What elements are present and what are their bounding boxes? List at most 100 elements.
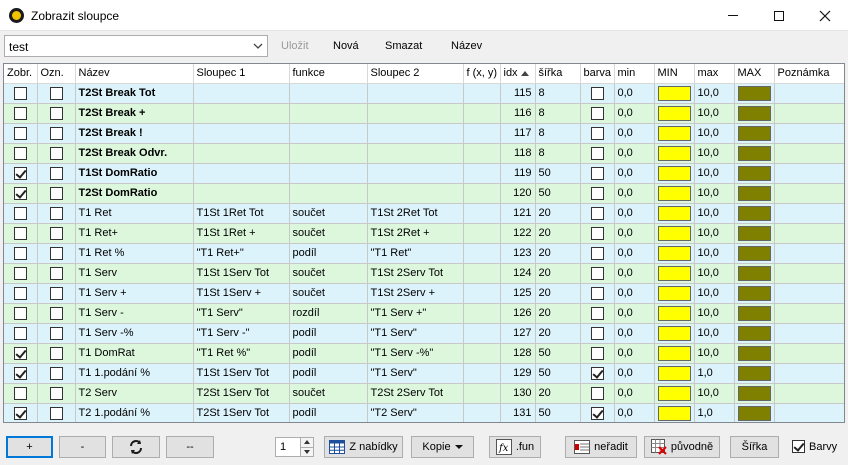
checkbox[interactable] xyxy=(590,266,604,280)
checkbox[interactable] xyxy=(13,186,27,200)
cell-fxy[interactable] xyxy=(463,183,501,204)
cell-sloupec2[interactable]: "T1 Ret" xyxy=(367,243,464,264)
checkbox[interactable] xyxy=(590,126,604,140)
checkbox[interactable] xyxy=(49,106,63,120)
checkbox[interactable] xyxy=(13,86,27,100)
checkbox[interactable] xyxy=(590,326,604,340)
color-checkbox[interactable] xyxy=(580,223,615,244)
checkbox[interactable] xyxy=(49,146,63,160)
cell-idx[interactable]: 131 xyxy=(500,402,536,422)
max-color-swatch[interactable] xyxy=(734,243,775,264)
cell-max[interactable]: 10,0 xyxy=(694,343,735,364)
min-color-swatch[interactable] xyxy=(654,383,695,404)
cell-nazev[interactable]: T2St Break Tot xyxy=(75,83,194,104)
cell-nazev[interactable]: T2St DomRatio xyxy=(75,183,194,204)
checkbox[interactable] xyxy=(13,246,27,260)
cell-funkce[interactable]: součet xyxy=(289,203,368,224)
cell-sloupec2[interactable] xyxy=(367,103,464,124)
cell-sloupec1[interactable] xyxy=(193,83,290,104)
cell-poznamka[interactable] xyxy=(774,303,844,324)
cell-max[interactable]: 10,0 xyxy=(694,283,735,304)
cell-max[interactable]: 10,0 xyxy=(694,203,735,224)
cell-idx[interactable]: 129 xyxy=(500,363,536,384)
cell-poznamka[interactable] xyxy=(774,163,844,184)
checkbox[interactable] xyxy=(13,406,27,420)
cell-funkce[interactable]: součet xyxy=(289,263,368,284)
checkbox[interactable] xyxy=(590,226,604,240)
cell-sloupec1[interactable]: T2St 1Serv Tot xyxy=(193,402,290,422)
checkbox[interactable] xyxy=(13,106,27,120)
cell-sloupec2[interactable]: T1St 2Ret + xyxy=(367,223,464,244)
checkbox[interactable] xyxy=(590,146,604,160)
checkbox[interactable] xyxy=(590,206,604,220)
cell-poznamka[interactable] xyxy=(774,183,844,204)
no-sort-button[interactable]: neřadit xyxy=(565,436,637,458)
cell-min[interactable]: 0,0 xyxy=(614,383,655,404)
checkbox[interactable] xyxy=(590,246,604,260)
color-checkbox[interactable] xyxy=(580,103,615,124)
color-checkbox[interactable] xyxy=(580,383,615,404)
cell-fxy[interactable] xyxy=(463,363,501,384)
cell-poznamka[interactable] xyxy=(774,143,844,164)
cell-max[interactable]: 10,0 xyxy=(694,323,735,344)
cell-idx[interactable]: 118 xyxy=(500,143,536,164)
cell-max[interactable]: 10,0 xyxy=(694,303,735,324)
cell-sirka[interactable]: 20 xyxy=(535,223,581,244)
show-checkbox[interactable] xyxy=(4,223,38,244)
min-color-swatch[interactable] xyxy=(654,83,695,104)
cell-min[interactable]: 0,0 xyxy=(614,203,655,224)
cell-funkce[interactable]: rozdíl xyxy=(289,303,368,324)
table-row[interactable]: T2 Serv T2St 1Serv Tot součet T2St 2Serv To… xyxy=(4,383,844,404)
save-button[interactable]: Uložit xyxy=(281,40,309,52)
cell-sirka[interactable]: 50 xyxy=(535,183,581,204)
cell-idx[interactable]: 119 xyxy=(500,163,536,184)
cell-poznamka[interactable] xyxy=(774,343,844,364)
checkbox[interactable] xyxy=(13,226,27,240)
cell-poznamka[interactable] xyxy=(774,123,844,144)
cell-funkce[interactable] xyxy=(289,163,368,184)
checkbox[interactable] xyxy=(13,126,27,140)
min-color-swatch[interactable] xyxy=(654,363,695,384)
cell-sirka[interactable]: 20 xyxy=(535,203,581,224)
preset-combo[interactable]: test xyxy=(4,35,268,57)
cell-poznamka[interactable] xyxy=(774,283,844,304)
cell-max[interactable]: 10,0 xyxy=(694,103,735,124)
col-header-sirka[interactable]: šířka xyxy=(535,64,581,84)
cell-sloupec2[interactable]: "T1 Serv" xyxy=(367,363,464,384)
mark-checkbox[interactable] xyxy=(37,402,76,422)
clear-button[interactable]: -- xyxy=(166,436,214,458)
show-checkbox[interactable] xyxy=(4,123,38,144)
cell-sloupec2[interactable] xyxy=(367,163,464,184)
cell-sirka[interactable]: 8 xyxy=(535,83,581,104)
cell-sirka[interactable]: 50 xyxy=(535,402,581,422)
color-checkbox[interactable] xyxy=(580,143,615,164)
cell-max[interactable]: 1,0 xyxy=(694,363,735,384)
mark-checkbox[interactable] xyxy=(37,123,76,144)
min-color-swatch[interactable] xyxy=(654,183,695,204)
checkbox[interactable] xyxy=(49,226,63,240)
minimize-button[interactable] xyxy=(710,0,756,31)
cell-idx[interactable]: 115 xyxy=(500,83,536,104)
cell-max[interactable]: 10,0 xyxy=(694,223,735,244)
cell-nazev[interactable]: T2St Break Odvr. xyxy=(75,143,194,164)
mark-checkbox[interactable] xyxy=(37,83,76,104)
cell-sloupec2[interactable]: T1St 2Ret Tot xyxy=(367,203,464,224)
cell-funkce[interactable]: podíl xyxy=(289,343,368,364)
checkbox[interactable] xyxy=(49,286,63,300)
max-color-swatch[interactable] xyxy=(734,203,775,224)
cell-min[interactable]: 0,0 xyxy=(614,223,655,244)
new-button[interactable]: Nová xyxy=(333,40,359,52)
cell-funkce[interactable] xyxy=(289,83,368,104)
checkbox[interactable] xyxy=(590,366,604,380)
cell-nazev[interactable]: T1 Ret xyxy=(75,203,194,224)
cell-sloupec1[interactable]: T1St 1Serv Tot xyxy=(193,263,290,284)
max-color-swatch[interactable] xyxy=(734,263,775,284)
checkbox[interactable] xyxy=(590,346,604,360)
cell-nazev[interactable]: T1St DomRatio xyxy=(75,163,194,184)
min-color-swatch[interactable] xyxy=(654,283,695,304)
max-color-swatch[interactable] xyxy=(734,402,775,422)
show-checkbox[interactable] xyxy=(4,103,38,124)
cell-sloupec1[interactable]: "T1 Serv -" xyxy=(193,323,290,344)
col-header-funkce[interactable]: funkce xyxy=(289,64,368,84)
show-checkbox[interactable] xyxy=(4,363,38,384)
